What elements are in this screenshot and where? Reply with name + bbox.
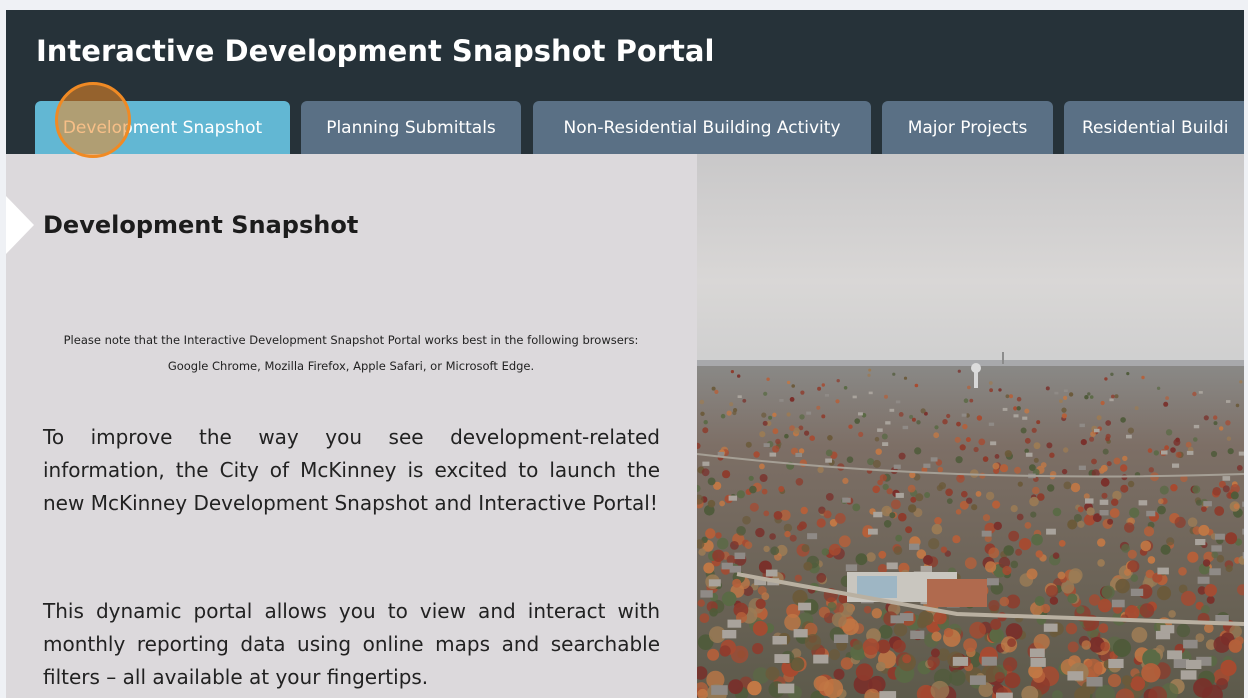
intro-paragraph: To improve the way you see development-r… (43, 425, 660, 515)
app-header: Interactive Development Snapshot Portal … (6, 10, 1244, 154)
browser-compatibility-note: Please note that the Interactive Develop… (63, 333, 639, 373)
aerial-city-photo (697, 154, 1244, 698)
section-arrow-marker (6, 196, 34, 254)
portal-description-paragraph: This dynamic portal allows you to view a… (43, 599, 660, 689)
app-title: Interactive Development Snapshot Portal (36, 34, 715, 68)
section-title: Development Snapshot (43, 211, 359, 239)
portal-window: Interactive Development Snapshot Portal … (6, 10, 1244, 698)
tab-residential-building[interactable]: Residential Buildi (1064, 101, 1244, 154)
tab-major-projects[interactable]: Major Projects (882, 101, 1053, 154)
tab-planning-submittals[interactable]: Planning Submittals (301, 101, 521, 154)
tab-non-residential-building-activity[interactable]: Non-Residential Building Activity (533, 101, 871, 154)
tab-bar: Development Snapshot Planning Submittals… (6, 101, 1244, 154)
tab-development-snapshot[interactable]: Development Snapshot (35, 101, 290, 154)
